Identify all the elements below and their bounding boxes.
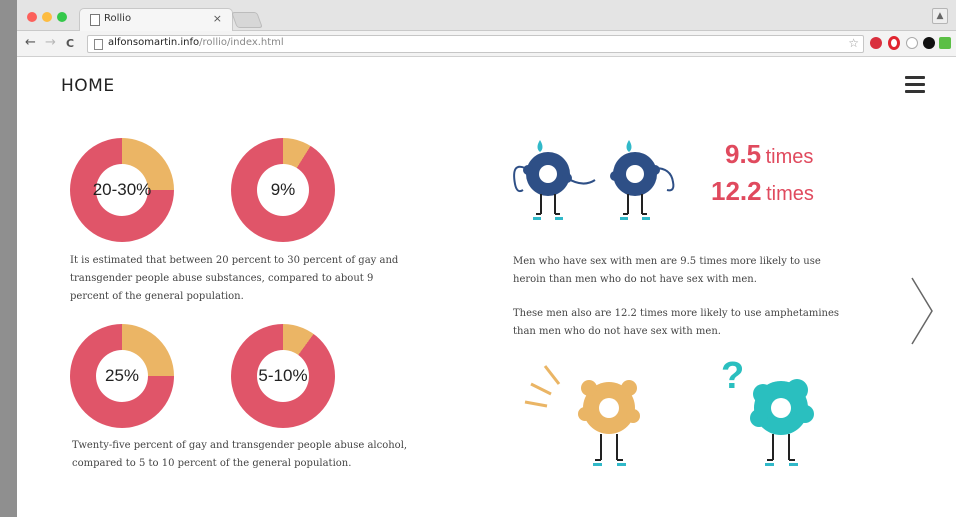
opera-extension-icon[interactable] (888, 36, 900, 50)
donut-chart-alcohol-general: 5-10% (231, 324, 335, 428)
navy-donut-characters-illustration (513, 140, 675, 220)
close-window-button[interactable] (27, 12, 37, 22)
tab-rollio[interactable]: Rollio × (79, 8, 233, 31)
menu-bar (905, 90, 925, 93)
tab-close-icon[interactable]: × (213, 12, 222, 25)
paragraph-substances: It is estimated that between 20 percent … (70, 255, 399, 302)
svg-text:?: ? (721, 355, 744, 397)
page-icon (90, 14, 100, 26)
menu-bar (905, 76, 925, 79)
browser-toolbar: ← → C alfonsomartin.info/rollio/index.ht… (17, 31, 956, 57)
home-link[interactable]: HOME (61, 76, 115, 96)
paragraph-amphetamines: These men also are 12.2 times more likel… (513, 308, 840, 337)
browser-window: Rollio × ▲ ← → C alfonsomartin.info/roll… (17, 0, 956, 517)
donut-chart-alcohol-gay: 25% (70, 324, 174, 428)
donut-chart-substances-gay: 20-30% (70, 138, 174, 242)
timer-extension-icon[interactable] (906, 37, 918, 49)
tab-title: Rollio (104, 13, 132, 24)
stat-unit: times (766, 183, 814, 205)
donut-chart-substances-general: 9% (231, 138, 335, 242)
url-path: /rollio/index.html (199, 37, 284, 48)
url-text: alfonsomartin.info/rollio/index.html (108, 37, 284, 48)
url-domain: alfonsomartin.info (108, 37, 200, 48)
back-button[interactable]: ← (25, 36, 36, 50)
bookmark-star-icon[interactable]: ☆ (848, 36, 859, 51)
stat-heroin: 9.5 times (725, 139, 813, 170)
stat-value: 12.2 (711, 176, 762, 206)
address-bar[interactable]: alfonsomartin.info/rollio/index.html ☆ (87, 35, 864, 53)
hamburger-menu-icon[interactable] (905, 76, 925, 94)
reload-button[interactable]: C (66, 37, 74, 51)
stat-value: 9.5 (725, 139, 762, 169)
donut-label: 5-10% (258, 366, 308, 385)
donut-label: 9% (270, 180, 296, 199)
chevron-right-icon[interactable] (910, 276, 934, 346)
minimize-window-button[interactable] (42, 12, 52, 22)
record-extension-icon[interactable] (923, 37, 935, 49)
teal-donut-character-illustration: ? (721, 355, 814, 466)
evernote-extension-icon[interactable] (939, 37, 951, 49)
paragraph-alcohol: Twenty-five percent of gay and transgend… (72, 440, 408, 469)
donut-label: 25% (104, 366, 140, 385)
pinterest-extension-icon[interactable] (870, 37, 882, 49)
tab-bar: Rollio × ▲ (17, 0, 956, 31)
donut-label: 20-30% (92, 180, 152, 199)
yellow-donut-character-illustration (524, 365, 640, 466)
profile-icon[interactable]: ▲ (932, 8, 948, 24)
paragraph-heroin: Men who have sex with men are 9.5 times … (513, 256, 821, 285)
zoom-window-button[interactable] (57, 12, 67, 22)
menu-bar (905, 83, 925, 86)
stat-unit: times (765, 146, 814, 168)
forward-button[interactable]: → (45, 36, 56, 50)
page-icon (94, 39, 103, 50)
new-tab-button[interactable] (231, 12, 263, 28)
stat-amphetamines: 12.2 times (711, 176, 814, 207)
